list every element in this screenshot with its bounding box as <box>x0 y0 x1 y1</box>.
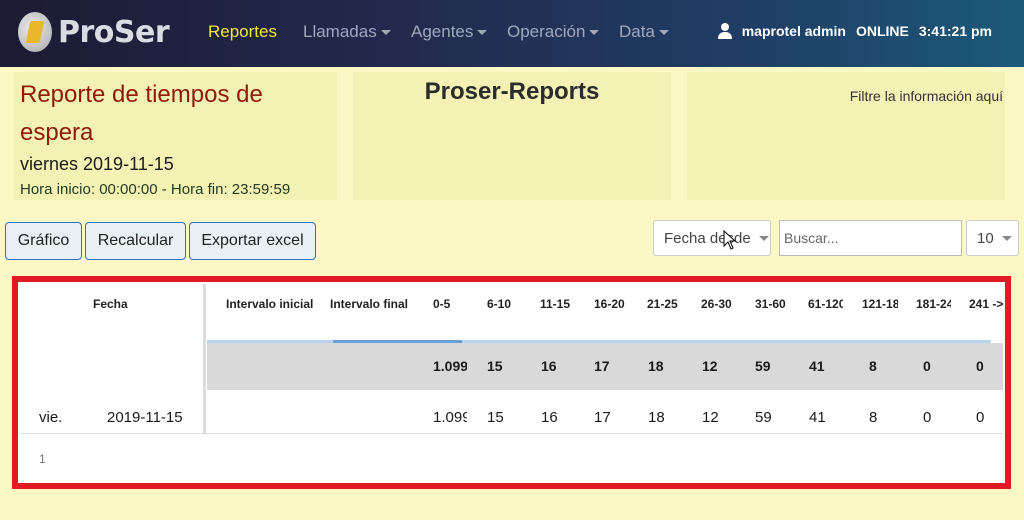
total-cell: 15 <box>487 358 503 374</box>
nav-data-label: Data <box>619 22 655 41</box>
nav-operacion-label: Operación <box>507 22 586 41</box>
table-cell: 18 <box>648 409 665 426</box>
nav-llamadas[interactable]: Llamadas <box>303 22 391 42</box>
total-cell: 0 <box>923 358 931 374</box>
header-col[interactable]: 181-240 <box>916 297 951 311</box>
report-date: viernes 2019-11-15 <box>20 154 174 174</box>
user-icon <box>717 23 732 39</box>
header-col[interactable]: 16-20 <box>594 297 630 311</box>
clock-time: 3:41:21 pm <box>918 23 992 39</box>
pagination-page[interactable]: 1 <box>39 452 46 466</box>
nav-reportes[interactable]: Reportes <box>208 22 277 42</box>
center-title-panel: Proser-Reports <box>353 72 671 200</box>
user-name: maprotel admin <box>741 23 846 39</box>
row-date: 2019-11-15 <box>107 409 183 426</box>
nav-agentes[interactable]: Agentes <box>411 22 488 42</box>
header-col[interactable]: 0-5 <box>433 297 468 311</box>
table-cell: 41 <box>809 409 826 426</box>
table-cell: 1.099 <box>433 409 467 426</box>
table-cell: 15 <box>487 409 504 426</box>
total-cell: 41 <box>809 358 825 374</box>
chevron-down-icon <box>758 235 769 241</box>
table-cell: 12 <box>702 409 719 426</box>
brand-name: ProSer <box>58 14 170 50</box>
data-table: Fecha Intervalo inicial Intervalo final … <box>20 284 1003 482</box>
brand-logo[interactable]: ProSer <box>18 12 170 52</box>
chevron-down-icon <box>658 30 669 36</box>
nav-reportes-label: Reportes <box>208 22 277 41</box>
total-cell: 16 <box>541 358 557 374</box>
user-status: ONLINE <box>855 23 909 39</box>
table-cell: 16 <box>541 409 558 426</box>
total-cell: 1.099 <box>433 358 467 374</box>
sort-select[interactable]: Fecha desde <box>653 220 771 256</box>
row-divider <box>20 433 1003 434</box>
report-info-panel: Reporte de tiempos de espera viernes 201… <box>14 72 337 200</box>
total-cell: 0 <box>976 358 984 374</box>
chevron-down-icon <box>589 30 600 36</box>
header-col[interactable]: Intervalo final <box>330 297 408 311</box>
mouse-cursor-icon <box>723 230 737 250</box>
chevron-down-icon <box>1001 235 1012 241</box>
sort-select-value: Fecha desde <box>664 229 751 247</box>
nav-llamadas-label: Llamadas <box>303 22 377 41</box>
chevron-down-icon <box>477 30 488 36</box>
proser-logo-icon <box>18 12 52 52</box>
table-cell: 8 <box>869 409 878 426</box>
header-col[interactable]: 21-25 <box>647 297 683 311</box>
nav-agentes-label: Agentes <box>411 22 474 41</box>
header-col[interactable]: 241 -> <box>969 297 1003 311</box>
row-day: vie. <box>39 409 63 426</box>
table-cell: 17 <box>594 409 611 426</box>
total-cell: 12 <box>702 358 718 374</box>
header-col[interactable]: 11-15 <box>540 297 576 311</box>
header-col[interactable]: 26-30 <box>701 297 737 311</box>
header-col[interactable]: 31-60 <box>755 297 791 311</box>
header-fecha[interactable]: Fecha <box>93 297 128 311</box>
page-title: Proser-Reports <box>424 78 600 105</box>
total-cell: 17 <box>594 358 610 374</box>
user-area[interactable]: maprotel admin ONLINE 3:41:21 pm <box>717 23 992 39</box>
nav-operacion[interactable]: Operación <box>507 22 600 42</box>
table-cell: 0 <box>976 409 985 426</box>
total-cell: 59 <box>755 358 771 374</box>
table-cell: 0 <box>923 409 932 426</box>
nav-data[interactable]: Data <box>619 22 669 42</box>
chevron-down-icon <box>380 30 391 36</box>
exportar-excel-button[interactable]: Exportar excel <box>189 222 316 260</box>
filter-panel: Filtre la información aquí <box>687 72 1005 200</box>
top-navbar: ProSer Reportes Llamadas Agentes Operaci… <box>0 0 1024 67</box>
total-cell: 8 <box>869 358 877 374</box>
grafico-button[interactable]: Gráfico <box>5 222 82 260</box>
report-hours: Hora inicio: 00:00:00 - Hora fin: 23:59:… <box>20 181 291 198</box>
header-col[interactable]: 121-180 <box>862 297 898 311</box>
report-title: Reporte de tiempos de espera <box>20 81 263 146</box>
table-cell: 59 <box>755 409 772 426</box>
search-input[interactable] <box>779 220 962 256</box>
filter-hint[interactable]: Filtre la información aquí <box>850 88 1003 104</box>
page-size-select[interactable]: 10 <box>966 220 1019 256</box>
header-col[interactable]: 6-10 <box>487 297 523 311</box>
total-cell: 18 <box>648 358 664 374</box>
page-size-value: 10 <box>977 229 994 247</box>
header-col[interactable]: 61-120 <box>808 297 843 311</box>
recalcular-button[interactable]: Recalcular <box>85 222 186 260</box>
header-col[interactable]: Intervalo inicial <box>226 297 313 311</box>
